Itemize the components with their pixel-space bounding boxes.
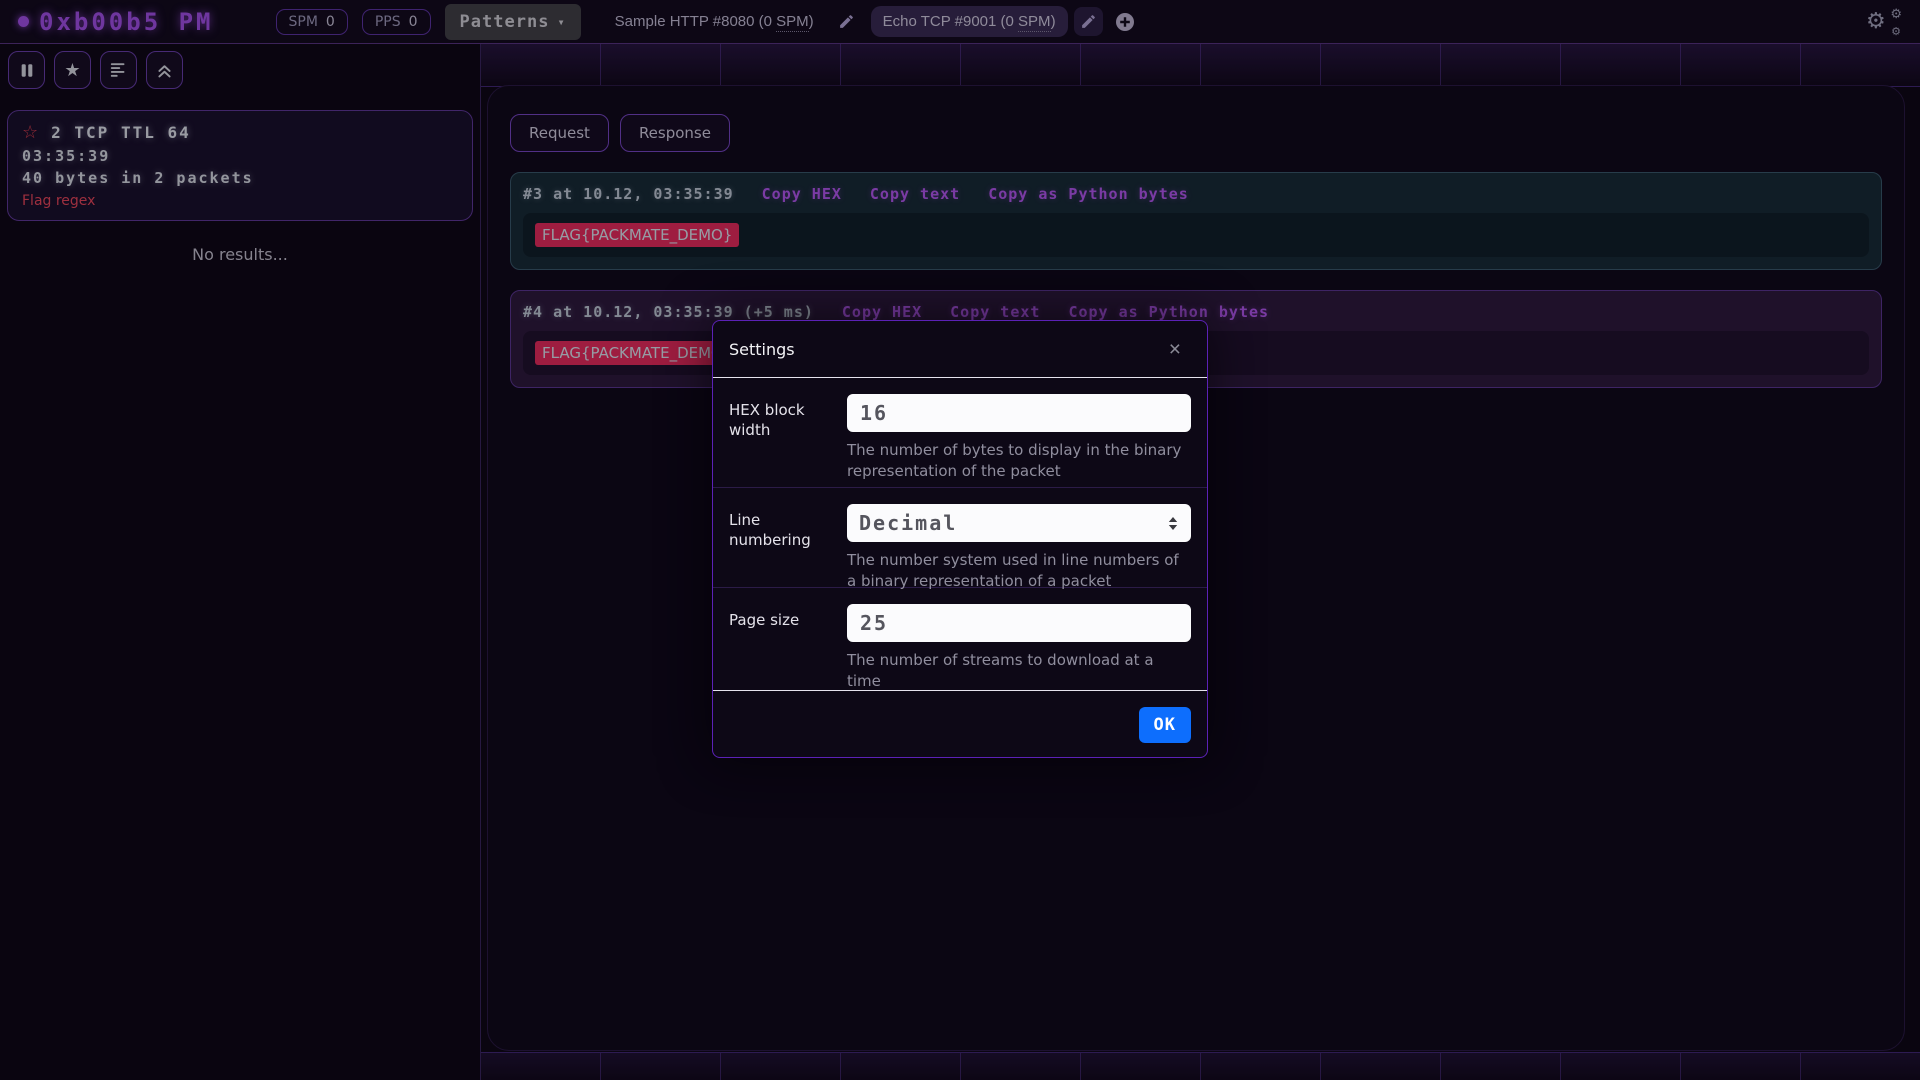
line-numbering-selected-value: Decimal <box>859 511 957 535</box>
page-size-input[interactable] <box>847 604 1191 642</box>
hex-block-width-label: HEX block width <box>729 394 825 471</box>
line-numbering-help: The number system used in line numbers o… <box>847 550 1191 593</box>
page-size-row: Page size The number of streams to downl… <box>713 588 1207 690</box>
modal-header: Settings × <box>713 321 1207 378</box>
page-size-label: Page size <box>729 604 825 674</box>
select-caret-icon <box>1167 516 1179 531</box>
page-size-help: The number of streams to download at a t… <box>847 650 1191 693</box>
line-numbering-select[interactable]: Decimal <box>847 504 1191 542</box>
hex-block-width-help: The number of bytes to display in the bi… <box>847 440 1191 483</box>
line-numbering-row: Line numbering Decimal The number system… <box>713 488 1207 588</box>
line-numbering-label: Line numbering <box>729 504 825 571</box>
hex-block-width-input[interactable] <box>847 394 1191 432</box>
modal-title: Settings <box>729 340 795 359</box>
modal-footer: OK <box>713 690 1207 759</box>
ok-button[interactable]: OK <box>1139 707 1191 743</box>
hex-block-width-row: HEX block width The number of bytes to d… <box>713 378 1207 488</box>
close-icon[interactable]: × <box>1163 338 1187 361</box>
settings-modal: Settings × HEX block width The number of… <box>712 320 1208 758</box>
